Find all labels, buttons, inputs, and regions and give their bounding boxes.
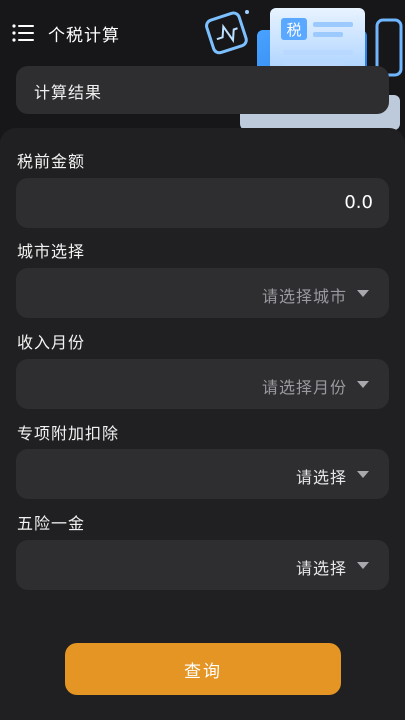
- special-deduction-value: 请选择: [295, 468, 347, 487]
- query-button-label: 查询: [184, 661, 222, 682]
- caret-down-icon: [357, 471, 369, 478]
- caret-down-icon: [357, 562, 369, 569]
- result-label: 计算结果: [34, 83, 103, 102]
- query-button[interactable]: 查询: [65, 643, 341, 695]
- menu-list-icon[interactable]: [12, 24, 36, 42]
- caret-down-icon: [357, 381, 369, 388]
- header: 个税计算 税 计算结果: [0, 0, 405, 140]
- insurance-value: 请选择: [295, 559, 347, 578]
- pretax-amount-value: 0.0: [344, 192, 373, 213]
- pretax-amount-input[interactable]: 0.0: [16, 178, 389, 228]
- month-select-placeholder: 请选择月份: [261, 378, 347, 397]
- caret-down-icon: [357, 290, 369, 297]
- month-select[interactable]: 请选择月份: [16, 359, 389, 409]
- result-card[interactable]: 计算结果: [16, 66, 389, 114]
- city-label: 城市选择: [17, 242, 86, 261]
- city-select-placeholder: 请选择城市: [261, 287, 347, 306]
- city-select[interactable]: 请选择城市: [16, 268, 389, 318]
- special-deduction-label: 专项附加扣除: [17, 424, 120, 443]
- insurance-label: 五险一金: [17, 514, 86, 533]
- tax-calculator-screen: 个税计算 税 计算结果 税前金额 0.0 城市选择 请选择城市 收入月份 请选择…: [0, 0, 405, 720]
- form-panel: 税前金额 0.0 城市选择 请选择城市 收入月份 请选择月份 专项附加扣除 请选…: [0, 128, 405, 720]
- insurance-select[interactable]: 请选择: [16, 540, 389, 590]
- page-title: 个税计算: [48, 26, 120, 46]
- month-label: 收入月份: [17, 333, 86, 352]
- special-deduction-select[interactable]: 请选择: [16, 449, 389, 499]
- pretax-amount-label: 税前金额: [17, 152, 86, 171]
- svg-text:税: 税: [286, 21, 301, 39]
